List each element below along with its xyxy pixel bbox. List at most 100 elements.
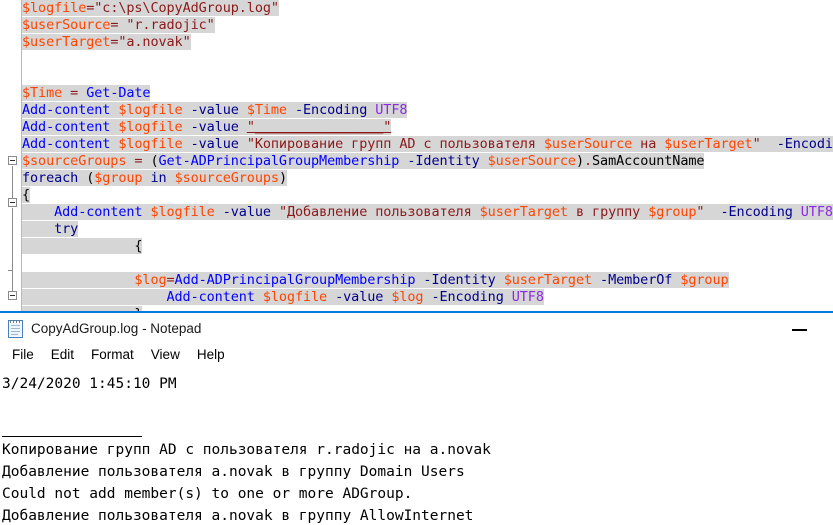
code-token-str: "a.novak" (118, 34, 191, 50)
code-token-var: $logfile (150, 204, 215, 220)
code-token-kw: -Encoding (720, 204, 793, 220)
code-token-kw: -Encoding (431, 289, 504, 305)
code-token-var: $logfile (118, 102, 183, 118)
code-line[interactable]: $sourceGroups = (Get-ADPrincipalGroupMem… (22, 153, 833, 170)
code-token-op: = (110, 17, 127, 33)
code-line[interactable]: $logfile="c:\ps\CopyAdGroup.log" (22, 0, 833, 17)
code-text-area[interactable]: $logfile="c:\ps\CopyAdGroup.log" $userSou… (22, 0, 833, 311)
code-line[interactable]: try (22, 221, 833, 238)
code-token-kw: -value (190, 102, 239, 118)
code-token-str: "Добавление пользователя (278, 204, 480, 220)
code-token-var: $Time (22, 85, 63, 101)
menu-item-format[interactable]: Format (83, 344, 143, 365)
code-line[interactable]: Add-content $logfile -value "Копирование… (22, 136, 833, 153)
code-line[interactable]: $Time = Get-Date (22, 85, 833, 102)
code-token-kw: -Identity (407, 153, 480, 169)
code-token-kw: -Encoding (776, 136, 833, 152)
code-token-kw: -Identity (423, 272, 496, 288)
code-line[interactable] (22, 51, 833, 68)
code-token-cmd: Add-content (22, 119, 111, 135)
fold-toggle-3[interactable] (8, 291, 17, 300)
fold-toggle-2[interactable] (8, 198, 17, 207)
log-line: 3/24/2020 1:45:10 PM (2, 376, 177, 392)
code-token-var: $logfile (22, 0, 87, 16)
code-line-content: try (22, 221, 78, 237)
code-token-str: "________________" (246, 119, 392, 135)
code-line[interactable]: { (22, 238, 833, 255)
code-token-kw: try (54, 221, 79, 237)
minimize-button[interactable] (777, 313, 823, 343)
code-line[interactable] (22, 68, 833, 85)
code-token-var: $group (94, 170, 143, 186)
code-token-kw: -value (190, 136, 239, 152)
code-token-cmd: Get-Date (86, 85, 151, 101)
code-line[interactable]: $log=Add-ADPrincipalGroupMembership -Ide… (22, 272, 833, 289)
code-token-brace: ) (575, 153, 584, 169)
code-token-kw: -value (222, 204, 271, 220)
notepad-menubar[interactable]: File Edit Format View Help (0, 344, 833, 369)
code-line[interactable]: foreach ($group in $sourceGroups) (22, 170, 833, 187)
menu-item-file[interactable]: File (4, 344, 43, 365)
code-token-str: в группу (567, 204, 649, 220)
code-token-var: $logfile (118, 119, 183, 135)
menu-item-view[interactable]: View (143, 344, 189, 365)
log-line: Копирование групп AD с пользователя r.ra… (2, 442, 491, 458)
notepad-titlebar[interactable]: CopyAdGroup.log - Notepad (0, 313, 833, 344)
fold-connector-line (12, 208, 13, 291)
fold-toggle-1[interactable] (8, 156, 17, 165)
code-token-var: $logfile (262, 289, 328, 305)
powershell-ise-script-pane[interactable]: $logfile="c:\ps\CopyAdGroup.log" $userSou… (0, 0, 833, 311)
menu-item-edit[interactable]: Edit (43, 344, 83, 365)
code-folding-gutter[interactable] (0, 0, 22, 311)
code-token-var: $sourceGroups (22, 153, 127, 169)
fold-connector-line (12, 166, 13, 198)
notepad-window[interactable]: CopyAdGroup.log - Notepad File Edit Format… (0, 311, 833, 525)
notepad-text-area[interactable]: 3/24/2020 1:45:10 PM Копирование групп A… (0, 369, 833, 525)
code-line[interactable]: { (22, 187, 833, 204)
code-token-str: "c:\ps\CopyAdGroup.log" (94, 0, 279, 16)
code-line[interactable] (22, 255, 833, 272)
code-line[interactable]: $userSource= "r.radojic" (22, 17, 833, 34)
code-token-brace: { (22, 187, 31, 203)
code-token-type: UTF8 (375, 102, 408, 118)
code-token-op: = (126, 153, 151, 169)
code-token-cmd: Add-content (22, 136, 111, 152)
notepad-title: CopyAdGroup.log - Notepad (31, 321, 202, 336)
code-token-op: = (62, 85, 87, 101)
code-token-kw: foreach (22, 170, 79, 186)
code-token-cmd: Add-content (166, 289, 255, 305)
code-line[interactable]: $userTarget="a.novak" (22, 34, 833, 51)
notepad-icon (8, 320, 23, 338)
code-token-kw: -MemberOf (600, 272, 673, 288)
code-line[interactable]: Add-content $logfile -value "___________… (22, 119, 833, 136)
code-token-var: $userSource (543, 136, 633, 152)
code-token-var: $userTarget (664, 136, 753, 152)
log-line: Could not add member(s) to one or more A… (2, 486, 413, 502)
code-line[interactable]: Add-content $logfile -value "Добавление … (22, 204, 833, 221)
code-line-content: Add-content $logfile -value "Копирование… (22, 136, 833, 152)
code-token-str: " (752, 136, 761, 152)
code-line[interactable]: Add-content $logfile -value $Time -Encod… (22, 102, 833, 119)
code-line[interactable]: Add-content $logfile -value $log -Encodi… (22, 289, 833, 306)
menu-item-help[interactable]: Help (189, 344, 234, 365)
code-token-var: $sourceGroups (174, 170, 279, 186)
code-token-type: UTF8 (511, 289, 544, 305)
code-token-plain: SamAccountName (592, 153, 705, 169)
code-token-cmd: Add-content (22, 102, 111, 118)
